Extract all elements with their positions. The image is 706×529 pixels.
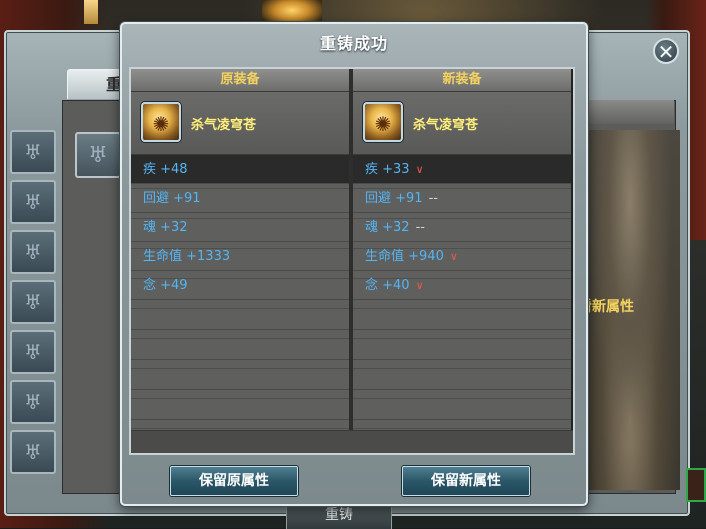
unchanged-mark: -- [415,220,425,235]
original-attribute-row: 生命值 +1333 [131,242,349,271]
empty-row [131,360,349,390]
original-attribute-row: 念 +49 [131,271,349,300]
scene-lantern-small [84,0,98,24]
inventory-slot[interactable]: ♅ [10,330,56,374]
empty-row [353,330,571,360]
empty-row [353,360,571,390]
equipment-slot[interactable]: ♅ [75,132,121,178]
new-attribute-row: 疾 +33 ∨ [353,155,571,184]
inventory-slot[interactable]: ♅ [10,230,56,274]
fire-emblem-icon[interactable]: ✺ [363,102,403,142]
fire-emblem-icon[interactable]: ✺ [141,102,181,142]
table-footer [131,430,573,453]
dialog-title: 重铸成功 [319,34,388,53]
new-attribute-row: 生命值 +940 ∨ [353,242,571,271]
inventory-slot[interactable]: ♅ [10,380,56,424]
original-attribute-row: 魂 +32 [131,213,349,242]
original-item-row: ✺ 杀气凌穹苍 [131,92,349,155]
new-attribute-row: 回避 +91 -- [353,184,571,213]
original-attribute-row: 疾 +48 [131,155,349,184]
comparison-table: 原装备 ✺ 杀气凌穹苍 疾 +48 回避 +91 魂 +32 生命值 +1333… [129,67,575,455]
unchanged-mark: -- [428,191,438,206]
empty-row [353,300,571,330]
inventory-slot[interactable]: ♅ [10,430,56,474]
original-attribute-row: 回避 +91 [131,184,349,213]
corner-highlight [686,468,706,502]
new-attribute-row: 念 +40 ∨ [353,271,571,300]
keep-new-attributes-button[interactable]: 保留新属性 [402,466,530,496]
empty-row [131,390,349,420]
empty-row [131,300,349,330]
decrease-arrow-icon: ∨ [415,279,424,292]
new-item-name: 杀气凌穹苍 [413,118,479,133]
inventory-slot[interactable]: ♅ [10,180,56,224]
original-equipment-header: 原装备 [131,69,349,92]
new-item-row: ✺ 杀气凌穹苍 [353,92,571,155]
inventory-slot-column: ♅ ♅ ♅ ♅ ♅ ♅ ♅ [10,130,56,480]
new-attribute-row: 魂 +32 -- [353,213,571,242]
keep-original-attributes-button[interactable]: 保留原属性 [170,466,298,496]
new-equipment-header-back: 备 [574,100,674,124]
original-equipment-column: 原装备 ✺ 杀气凌穹苍 疾 +48 回避 +91 魂 +32 生命值 +1333… [131,69,349,453]
new-equipment-column: 新装备 ✺ 杀气凌穹苍 疾 +33 ∨ 回避 +91 -- 魂 +32 -- 生命值 … [353,69,571,453]
reforge-success-dialog: 重铸成功 原装备 ✺ 杀气凌穹苍 疾 +48 回避 +91 魂 +32 生命值 … [120,22,588,506]
decrease-arrow-icon: ∨ [415,163,424,176]
empty-row [353,390,571,420]
original-item-name: 杀气凌穹苍 [191,118,257,133]
close-icon[interactable]: ✕ [653,38,679,64]
inventory-slot[interactable]: ♅ [10,280,56,324]
decrease-arrow-icon: ∨ [449,250,458,263]
inventory-slot[interactable]: ♅ [10,130,56,174]
empty-row [131,330,349,360]
new-equipment-header: 新装备 [353,69,571,92]
